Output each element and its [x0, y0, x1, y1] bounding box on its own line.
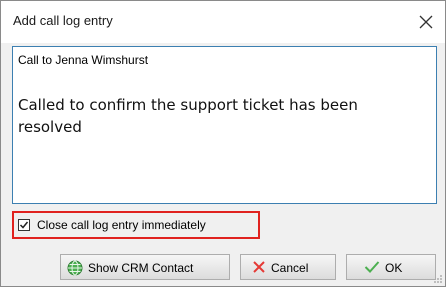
ok-button[interactable]: OK	[346, 254, 436, 280]
call-log-dialog: Add call log entry Call to Jenna Wimshur…	[0, 0, 446, 287]
show-crm-contact-button[interactable]: Show CRM Contact	[60, 254, 230, 280]
globe-icon	[67, 260, 83, 276]
call-subject-text: Call to Jenna Wimshurst	[18, 53, 149, 67]
resize-grip-icon[interactable]	[433, 274, 443, 284]
checkmark-icon	[364, 261, 380, 273]
x-icon	[253, 261, 265, 273]
dialog-title: Add call log entry	[13, 13, 113, 28]
close-immediately-checkbox[interactable]	[18, 219, 30, 231]
call-body-text: Called to confirm the support ticket has…	[18, 96, 358, 136]
checkmark-icon	[19, 221, 29, 229]
close-icon	[419, 15, 433, 29]
cancel-button[interactable]: Cancel	[240, 254, 336, 280]
show-crm-contact-label: Show CRM Contact	[88, 261, 194, 275]
close-button[interactable]	[405, 1, 445, 43]
title-bar: Add call log entry	[1, 1, 445, 43]
ok-label: OK	[385, 261, 403, 275]
close-immediately-option[interactable]: Close call log entry immediately	[12, 211, 260, 239]
close-immediately-label: Close call log entry immediately	[37, 218, 206, 232]
cancel-label: Cancel	[271, 261, 309, 275]
call-notes-textarea[interactable]: Call to Jenna Wimshurst Called to confir…	[12, 46, 437, 204]
